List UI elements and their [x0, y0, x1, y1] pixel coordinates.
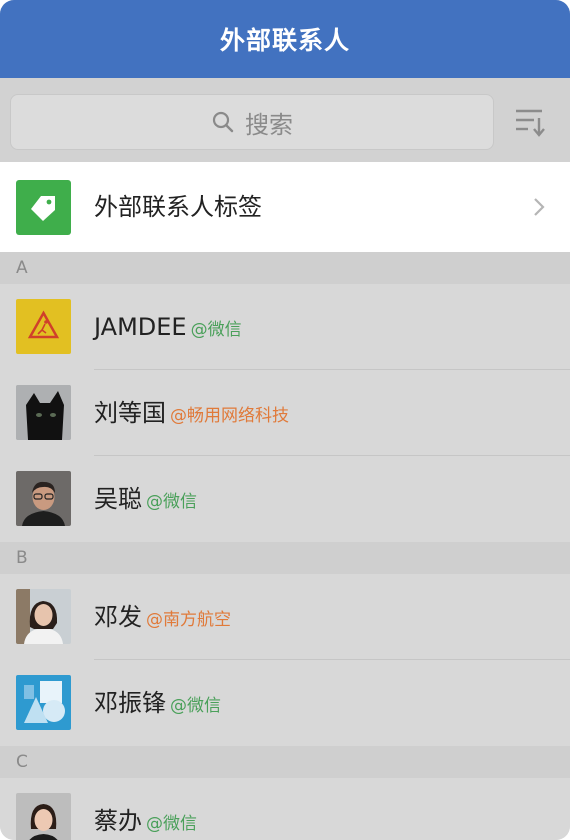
navigation-bar: 外部联系人 [0, 0, 570, 78]
contact-row[interactable]: 刘等国 @畅用网络科技 [0, 370, 570, 456]
contact-tags-entry[interactable]: 外部联系人标签 [0, 162, 570, 252]
woman-portrait-avatar-2 [16, 793, 71, 840]
contact-name: 邓振锋 [94, 689, 166, 717]
contact-row[interactable]: 邓振锋 @微信 [0, 660, 570, 746]
contact-name: JAMDEE [94, 313, 187, 341]
contact-row[interactable]: 吴聪 @微信 [0, 456, 570, 542]
man-glasses-avatar [16, 471, 71, 526]
contact-tags-label: 外部联系人标签 [94, 193, 262, 221]
contact-name: 刘等国 [94, 399, 166, 427]
contact-row[interactable]: JAMDEE @微信 [0, 284, 570, 370]
search-placeholder: 搜索 [245, 110, 293, 139]
contact-row[interactable]: 邓发 @南方航空 [0, 574, 570, 660]
shapes-avatar [16, 675, 71, 730]
black-cat-avatar [16, 385, 71, 440]
contact-name: 蔡办 [94, 807, 142, 835]
tag-icon [16, 180, 71, 235]
contact-name: 吴聪 [94, 485, 142, 513]
wechat-tag: @微信 [146, 814, 197, 834]
search-input[interactable]: 搜索 [10, 94, 494, 150]
company-tag: @畅用网络科技 [170, 406, 289, 426]
section-header-a: A [0, 252, 570, 284]
company-tag: @南方航空 [146, 610, 231, 630]
wechat-tag: @微信 [190, 320, 242, 340]
warning-sign-avatar [16, 299, 71, 354]
contact-name: 邓发 [94, 603, 142, 631]
section-header-b: B [0, 542, 570, 574]
chevron-right-icon [534, 198, 545, 216]
wechat-tag: @微信 [170, 696, 221, 716]
app-frame: 外部联系人 搜索 外部联系人标签 A JAMDEE @微信 刘等国 @畅用网络科… [0, 0, 570, 840]
section-header-c: C [0, 746, 570, 778]
woman-portrait-avatar [16, 589, 71, 644]
contact-row[interactable]: 蔡办 @微信 [0, 778, 570, 840]
page-title: 外部联系人 [219, 26, 350, 55]
wechat-tag: @微信 [146, 492, 197, 512]
search-icon [212, 111, 234, 133]
search-bar: 搜索 [0, 78, 570, 162]
sort-icon[interactable] [512, 106, 548, 138]
